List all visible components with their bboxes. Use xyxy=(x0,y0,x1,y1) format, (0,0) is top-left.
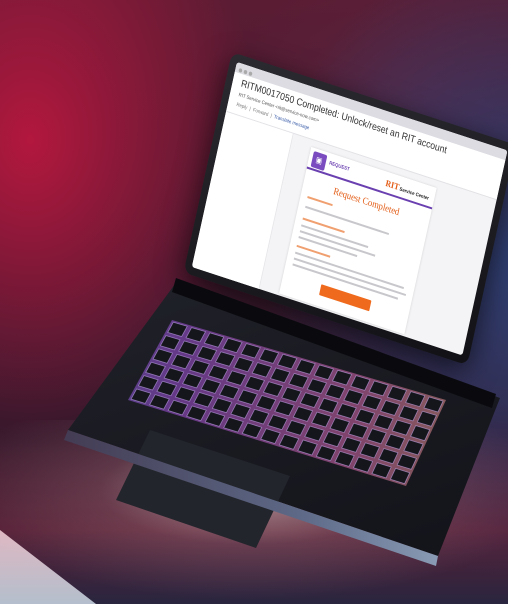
keyboard-key xyxy=(378,448,399,465)
keyboard-key xyxy=(167,399,189,416)
keyboard-key xyxy=(304,425,325,442)
keyboard-key xyxy=(350,375,371,391)
keyboard-key xyxy=(269,367,291,384)
keyboard-key xyxy=(237,389,258,406)
keyboard-key xyxy=(196,345,218,362)
keyboard-key xyxy=(244,375,265,392)
keyboard-key xyxy=(311,411,332,428)
keyboard-key xyxy=(384,433,406,450)
keyboard-key xyxy=(211,397,233,414)
keyboard-key xyxy=(145,361,166,378)
keyboard-key xyxy=(222,337,243,354)
keyboard-key xyxy=(423,396,444,413)
keyboard-key xyxy=(386,385,408,402)
keyboard-key xyxy=(174,386,196,402)
keyboard-key xyxy=(322,431,344,448)
keyboard-key xyxy=(336,403,357,419)
keyboard-key xyxy=(318,397,339,414)
keyboard-key xyxy=(159,335,181,351)
keyboard-key xyxy=(203,332,225,348)
keyboard-key xyxy=(241,422,263,439)
keyboard-key xyxy=(214,351,236,367)
keyboard-key xyxy=(295,359,316,375)
keyboard-key xyxy=(200,378,222,394)
keyboard-key xyxy=(167,321,188,337)
keyboard-key xyxy=(288,372,309,389)
keyboard-key xyxy=(371,462,392,479)
keyboard-key xyxy=(233,356,254,373)
keyboard-key xyxy=(391,419,412,436)
keyboard-key xyxy=(403,439,424,456)
keyboard-key xyxy=(343,389,364,405)
keyboard-key xyxy=(299,392,321,408)
keyboard-key xyxy=(130,388,152,404)
laptop-base xyxy=(0,0,508,604)
keyboard-key xyxy=(204,411,226,427)
keyboard-key xyxy=(341,436,362,453)
keyboard-key xyxy=(189,359,210,375)
keyboard-key xyxy=(405,391,426,408)
keyboard-key xyxy=(185,327,207,343)
keyboard-key xyxy=(292,406,314,422)
keyboard-key xyxy=(218,383,240,400)
keyboard-key xyxy=(182,372,203,389)
keyboard-key xyxy=(207,364,229,381)
keyboard-key xyxy=(240,343,261,359)
keyboard-key xyxy=(281,386,302,403)
keyboard-key xyxy=(416,410,437,427)
keyboard-key xyxy=(396,453,417,470)
keyboard-key xyxy=(267,414,288,431)
keyboard-key xyxy=(389,467,411,485)
keyboard-key xyxy=(178,340,199,356)
keyboard-key xyxy=(348,422,369,439)
keyboard-key xyxy=(324,383,346,400)
keyboard-key xyxy=(361,394,382,411)
keyboard-key xyxy=(163,367,185,383)
keyboard-key xyxy=(170,353,192,370)
keyboard-key xyxy=(315,445,337,462)
keyboard-key xyxy=(373,414,394,431)
keyboard-key xyxy=(366,428,387,445)
keyboard-key xyxy=(329,417,350,434)
keyboard-key xyxy=(306,378,328,395)
keyboard-key xyxy=(230,403,251,419)
keyboard-key xyxy=(248,408,270,425)
keyboard-key xyxy=(262,381,284,397)
keyboard-key xyxy=(137,375,159,391)
keyboard-key xyxy=(152,348,174,364)
keyboard-key xyxy=(398,405,419,422)
keyboard-key xyxy=(368,380,389,397)
keyboard-key xyxy=(255,395,277,411)
keyboard-key xyxy=(193,391,214,408)
keyboard-key xyxy=(359,442,380,459)
keyboard-key xyxy=(223,416,244,433)
keyboard-key xyxy=(297,439,318,456)
keyboard-key xyxy=(313,364,334,381)
keyboard-key xyxy=(285,419,307,436)
keyboard-key xyxy=(331,369,353,386)
keyboard-key xyxy=(277,353,298,370)
keyboard-key xyxy=(334,450,355,467)
keyboard-key xyxy=(186,405,207,422)
keyboard-key xyxy=(251,362,273,378)
photo-scene: RITM0017050 Completed: Unlock/reset an R… xyxy=(0,0,508,604)
keyboard-key xyxy=(258,348,280,364)
keyboard-key xyxy=(278,433,300,450)
keyboard-key xyxy=(149,394,170,410)
keyboard-key xyxy=(354,408,376,425)
keyboard-key xyxy=(410,425,431,442)
keyboard-key xyxy=(274,400,295,417)
keyboard-key xyxy=(380,399,401,416)
keyboard-key xyxy=(156,380,178,397)
keyboard-key xyxy=(226,370,247,386)
keyboard-key xyxy=(352,456,374,473)
keyboard-key xyxy=(260,428,281,444)
